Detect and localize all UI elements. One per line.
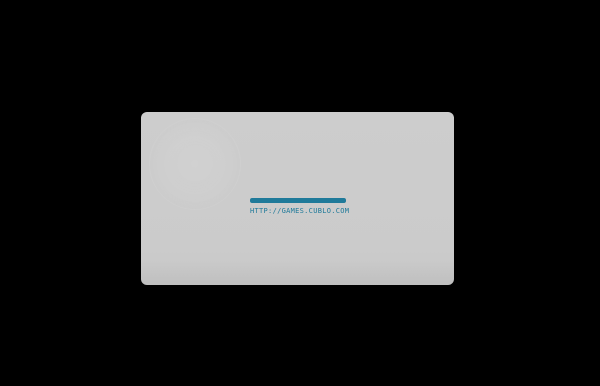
logo-watermark-icon (149, 118, 241, 210)
site-url-link[interactable]: HTTP://GAMES.CUBLO.COM (250, 207, 349, 215)
card-shade (141, 261, 454, 285)
loading-progress-fill (250, 198, 346, 203)
game-stage: HTTP://GAMES.CUBLO.COM (0, 0, 600, 386)
loading-progress-bar (250, 198, 346, 203)
